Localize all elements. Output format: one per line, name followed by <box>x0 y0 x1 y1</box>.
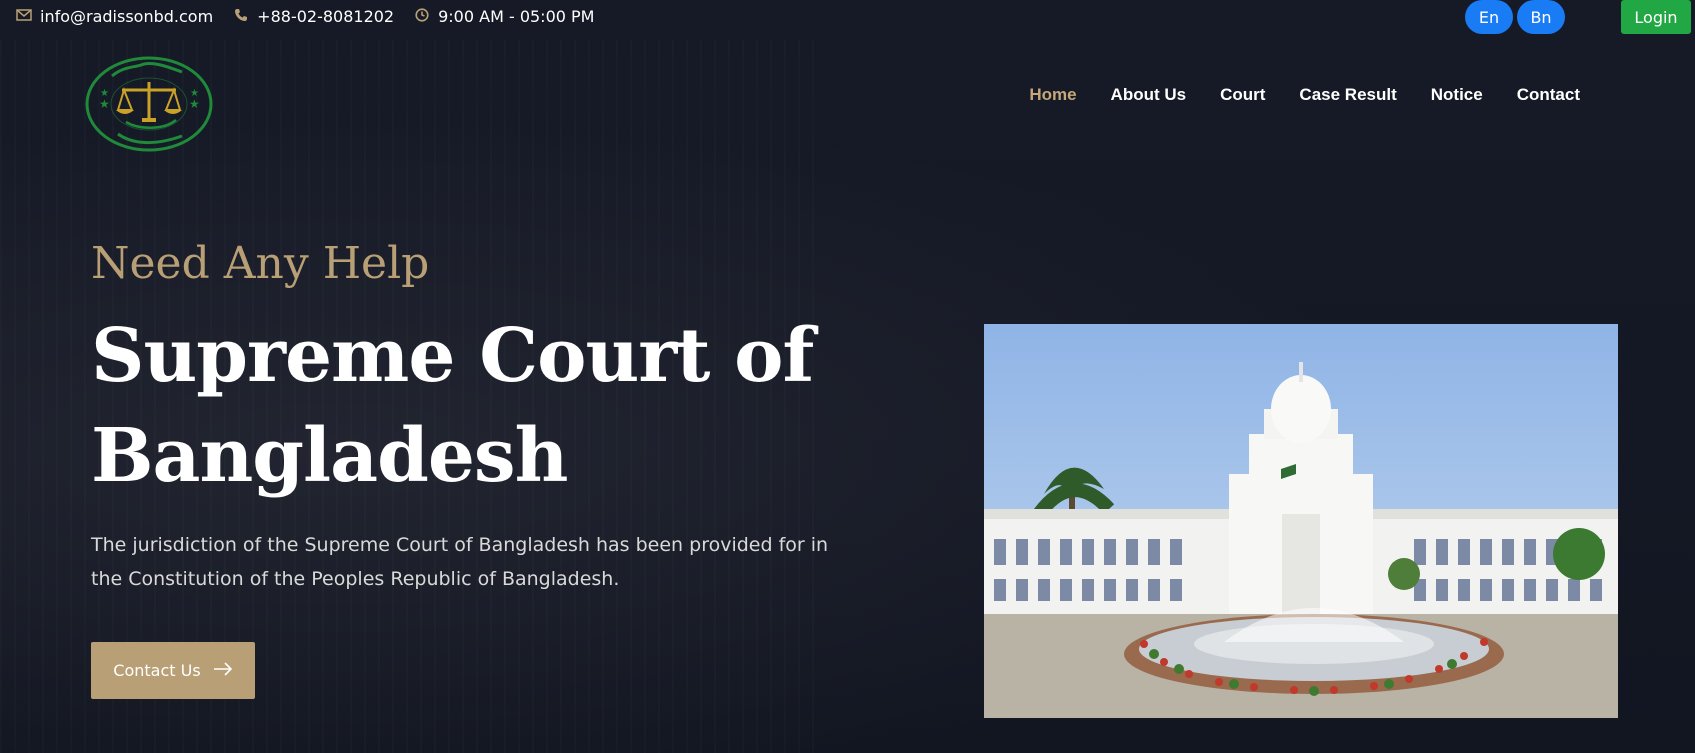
supreme-court-photo <box>984 324 1618 718</box>
phone-icon <box>233 8 249 24</box>
clock-icon <box>414 8 430 24</box>
nav-case-result[interactable]: Case Result <box>1299 85 1396 105</box>
hero-section: Need Any Help Supreme Court of Banglades… <box>91 238 871 596</box>
hours-info: 9:00 AM - 05:00 PM <box>414 7 594 26</box>
email-info[interactable]: info@radissonbd.com <box>16 7 213 26</box>
hero-title: Supreme Court of Bangladesh <box>91 306 871 506</box>
svg-text:★: ★ <box>190 88 199 99</box>
lang-bn-button[interactable]: Bn <box>1517 0 1565 34</box>
envelope-icon <box>16 8 32 24</box>
login-button[interactable]: Login <box>1621 0 1691 34</box>
svg-text:★: ★ <box>100 88 109 99</box>
nav-notice[interactable]: Notice <box>1431 85 1483 105</box>
contact-us-label: Contact Us <box>113 661 201 680</box>
hours-text: 9:00 AM - 05:00 PM <box>438 6 595 26</box>
arrow-right-icon <box>213 660 233 681</box>
top-bar: info@radissonbd.com +88-02-8081202 9:00 … <box>0 0 1695 34</box>
nav-home[interactable]: Home <box>1029 85 1076 105</box>
lang-en-button[interactable]: En <box>1465 0 1513 34</box>
phone-info[interactable]: +88-02-8081202 <box>233 7 394 26</box>
phone-text: +88-02-8081202 <box>257 6 395 26</box>
hero-title-line2: Bangladesh <box>91 413 568 500</box>
nav-about-us[interactable]: About Us <box>1111 85 1187 105</box>
main-nav: Home About Us Court Case Result Notice C… <box>995 85 1580 105</box>
hero-eyebrow: Need Any Help <box>91 238 430 289</box>
svg-text:★: ★ <box>99 97 110 111</box>
hero-title-line1: Supreme Court of <box>91 313 814 400</box>
nav-contact[interactable]: Contact <box>1517 85 1580 105</box>
email-text: info@radissonbd.com <box>40 6 214 26</box>
contact-info: info@radissonbd.com +88-02-8081202 9:00 … <box>16 7 614 26</box>
hero-description: The jurisdiction of the Supreme Court of… <box>91 534 829 591</box>
site-logo[interactable]: ★ ★ ★ ★ <box>84 54 214 154</box>
contact-us-button[interactable]: Contact Us <box>91 642 255 699</box>
nav-court[interactable]: Court <box>1220 85 1265 105</box>
svg-text:★: ★ <box>189 97 200 111</box>
